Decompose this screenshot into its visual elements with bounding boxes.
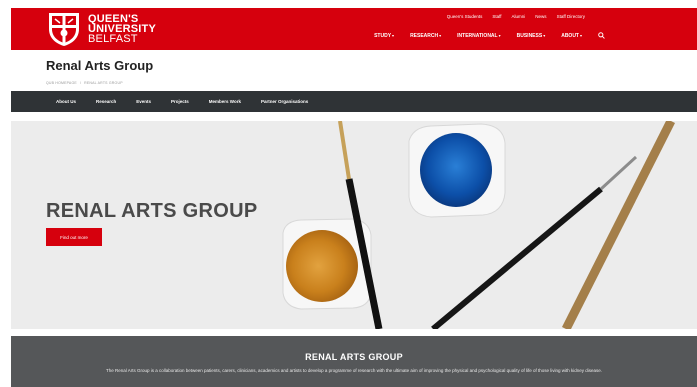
caret-down-icon: ▾ — [439, 32, 442, 38]
find-out-more-button[interactable]: Find out more — [46, 228, 102, 246]
hero-paint-image — [11, 121, 697, 329]
utility-link-alumni[interactable]: Alumni — [512, 14, 526, 19]
caret-down-icon: ▾ — [392, 32, 395, 38]
nav-international-label: INTERNATIONAL — [457, 32, 498, 39]
utility-nav: Queen's Students Staff Alumni News Staff… — [447, 14, 585, 19]
nav-international[interactable]: INTERNATIONAL▾ — [457, 33, 500, 39]
caret-down-icon: ▾ — [543, 32, 546, 38]
nav-business[interactable]: BUSINESS▾ — [517, 33, 546, 39]
caret-down-icon: ▾ — [579, 32, 582, 38]
main-nav: STUDY▾ RESEARCH▾ INTERNATIONAL▾ BUSINESS… — [374, 32, 605, 39]
hero-banner: RENAL ARTS GROUP Find out more — [11, 121, 697, 329]
nav-about[interactable]: ABOUT▾ — [561, 33, 582, 39]
nav-about-label: ABOUT — [561, 32, 579, 39]
breadcrumb-current: RENAL ARTS GROUP — [84, 81, 123, 85]
nav-business-label: BUSINESS — [516, 32, 543, 39]
utility-link-staff-directory[interactable]: Staff Directory — [557, 14, 585, 19]
breadcrumb-separator: / — [79, 81, 82, 85]
intro-title: RENAL ARTS GROUP — [305, 352, 403, 362]
hero-title: RENAL ARTS GROUP — [46, 200, 258, 222]
search-icon[interactable] — [598, 32, 605, 39]
subnav-projects[interactable]: Projects — [171, 99, 189, 104]
top-header-bar: QUEEN'S UNIVERSITY BELFAST Queen's Stude… — [11, 8, 697, 50]
nav-research-label: RESEARCH — [410, 32, 439, 39]
breadcrumb: QUB HOMEPAGE / RENAL ARTS GROUP — [46, 81, 123, 85]
subnav-members-work[interactable]: Members Work — [209, 99, 241, 104]
nav-research[interactable]: RESEARCH▾ — [410, 33, 441, 39]
intro-section: RENAL ARTS GROUP The Renal Arts Group is… — [11, 336, 697, 387]
subnav-partner-organisations[interactable]: Partner Organisations — [261, 99, 308, 104]
subnav-events[interactable]: Events — [136, 99, 151, 104]
utility-link-news[interactable]: News — [535, 14, 546, 19]
nav-study-label: STUDY — [374, 32, 392, 39]
utility-link-staff[interactable]: Staff — [492, 14, 501, 19]
subnav-research[interactable]: Research — [96, 99, 116, 104]
utility-link-students[interactable]: Queen's Students — [447, 14, 483, 19]
university-logo[interactable]: QUEEN'S UNIVERSITY BELFAST — [47, 11, 156, 47]
intro-text: The Renal Arts Group is a collaboration … — [105, 368, 602, 373]
logo-line-3: BELFAST — [88, 33, 138, 45]
nav-study[interactable]: STUDY▾ — [374, 33, 394, 39]
university-crest-icon — [49, 13, 79, 46]
page-title: Renal Arts Group — [46, 58, 154, 73]
section-nav: About Us Research Events Projects Member… — [11, 91, 697, 112]
caret-down-icon: ▾ — [498, 32, 501, 38]
subnav-about-us[interactable]: About Us — [56, 99, 76, 104]
breadcrumb-home[interactable]: QUB HOMEPAGE — [46, 81, 77, 85]
university-name: QUEEN'S UNIVERSITY BELFAST — [88, 14, 156, 45]
